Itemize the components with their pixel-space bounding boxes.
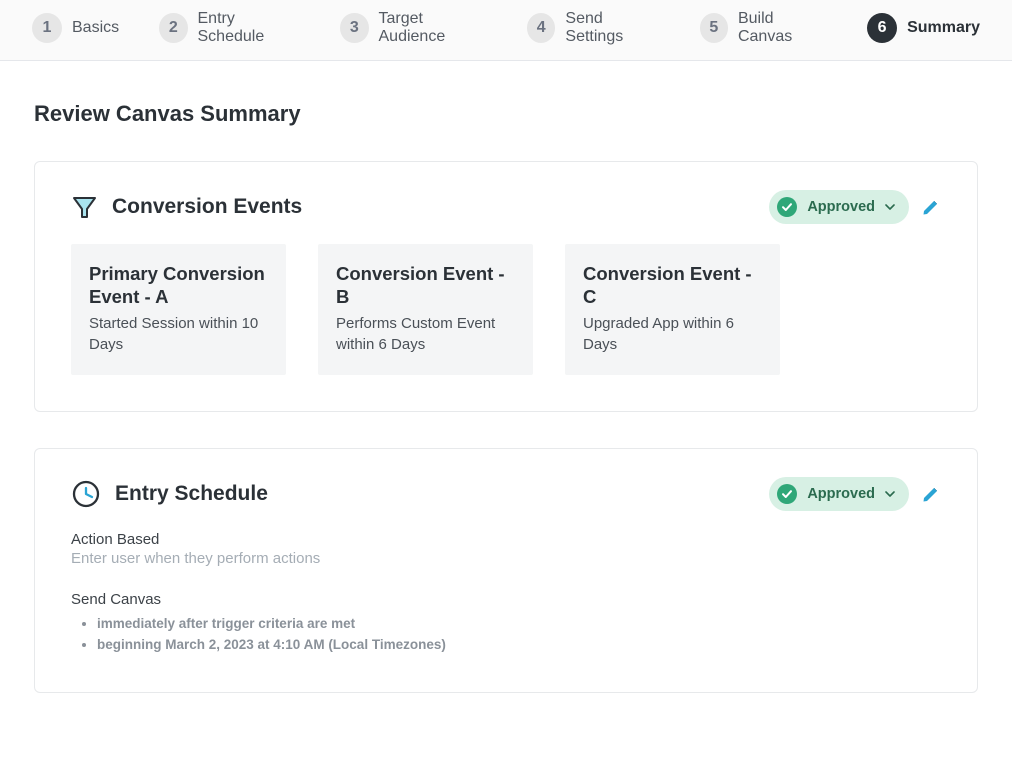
event-title: Conversion Event - B [336,262,515,308]
bullet-item: beginning March 2, 2023 at 4:10 AM (Loca… [97,635,941,656]
edit-button[interactable] [921,484,941,504]
step-number: 6 [867,13,897,43]
step-number: 3 [340,13,368,43]
approved-dropdown[interactable]: Approved [769,477,909,511]
approved-label: Approved [807,486,875,502]
edit-button[interactable] [921,197,941,217]
event-desc: Started Session within 10 Days [89,314,268,355]
check-circle-icon [777,197,797,217]
card-header-right: Approved [769,477,941,511]
schedule-type-label: Action Based [71,531,941,548]
funnel-icon [71,194,98,221]
step-label: Build Canvas [738,10,827,46]
conversion-event-card: Conversion Event - C Upgraded App within… [565,244,780,375]
event-title: Conversion Event - C [583,262,762,308]
wizard-step-target-audience[interactable]: 3 Target Audience [340,10,487,46]
card-header-left: Conversion Events [71,194,302,221]
approved-dropdown[interactable]: Approved [769,190,909,224]
step-label: Target Audience [379,10,488,46]
conversion-events-card: Conversion Events Approved [34,161,978,412]
wizard-step-send-settings[interactable]: 4 Send Settings [527,10,660,46]
summary-page: Review Canvas Summary Conversion Events … [0,61,1012,769]
card-header: Entry Schedule Approved [71,477,941,511]
event-desc: Performs Custom Event within 6 Days [336,314,515,355]
card-header-right: Approved [769,190,941,224]
event-title: Primary Conversion Event - A [89,262,268,308]
step-number: 5 [700,13,728,43]
bullet-item: immediately after trigger criteria are m… [97,614,941,635]
chevron-down-icon [885,202,895,212]
conversion-event-card: Primary Conversion Event - A Started Ses… [71,244,286,375]
chevron-down-icon [885,489,895,499]
conversion-events-list: Primary Conversion Event - A Started Ses… [71,244,941,375]
step-number: 1 [32,13,62,43]
send-canvas-bullets: immediately after trigger criteria are m… [71,614,941,656]
entry-schedule-card: Entry Schedule Approved Action Based E [34,448,978,693]
step-label: Basics [72,19,119,37]
wizard-step-entry-schedule[interactable]: 2 Entry Schedule [159,10,300,46]
card-title: Entry Schedule [115,482,268,506]
check-circle-icon [777,484,797,504]
wizard-steps: 1 Basics 2 Entry Schedule 3 Target Audie… [0,0,1012,61]
wizard-step-build-canvas[interactable]: 5 Build Canvas [700,10,827,46]
card-header: Conversion Events Approved [71,190,941,224]
wizard-step-basics[interactable]: 1 Basics [32,13,119,43]
schedule-type-desc: Enter user when they perform actions [71,550,941,567]
conversion-event-card: Conversion Event - B Performs Custom Eve… [318,244,533,375]
event-desc: Upgraded App within 6 Days [583,314,762,355]
card-title: Conversion Events [112,195,302,219]
page-title: Review Canvas Summary [34,101,978,127]
step-label: Summary [907,19,980,37]
approved-label: Approved [807,199,875,215]
step-number: 2 [159,13,187,43]
send-canvas-label: Send Canvas [71,591,941,608]
wizard-step-summary[interactable]: 6 Summary [867,13,980,43]
step-label: Entry Schedule [198,10,301,46]
card-header-left: Entry Schedule [71,479,268,509]
clock-icon [71,479,101,509]
step-label: Send Settings [565,10,659,46]
step-number: 4 [527,13,555,43]
